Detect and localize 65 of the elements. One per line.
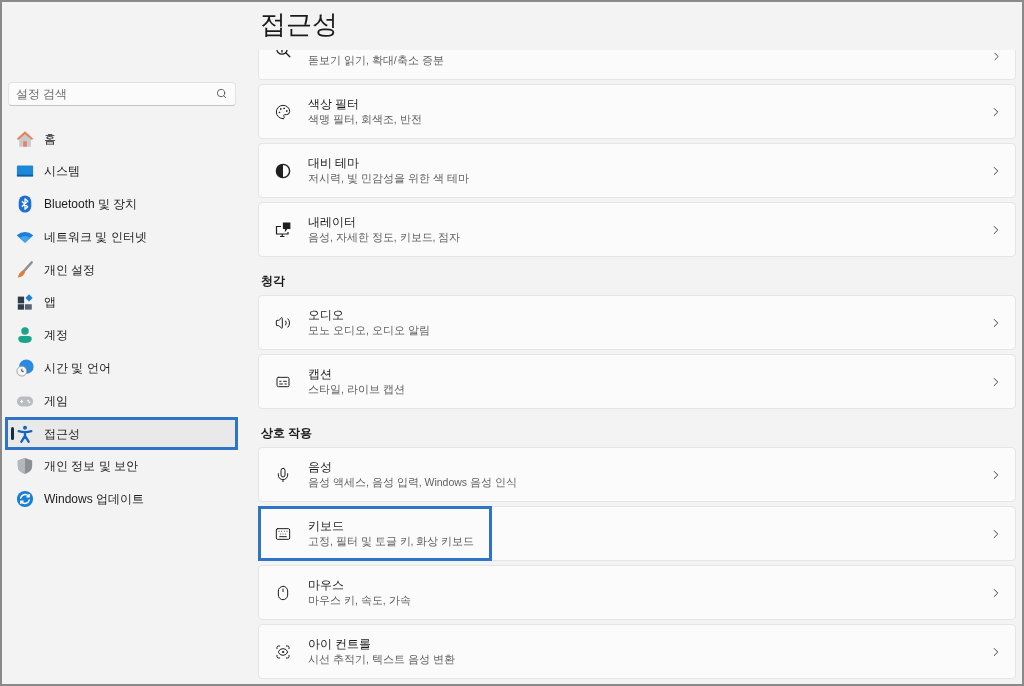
search-field[interactable]: 설정 검색	[8, 82, 236, 106]
card-description: 스타일, 라이브 캡션	[308, 382, 405, 396]
apps-icon	[16, 293, 34, 312]
accessibility-icon	[16, 424, 34, 443]
palette-icon	[275, 103, 291, 120]
search-icon	[216, 87, 227, 99]
card-description: 돋보기 읽기, 확대/축소 증분	[308, 53, 444, 67]
settings-card[interactable]: 마우스 마우스 키, 속도, 가속	[258, 565, 1016, 620]
card-description: 음성, 자세한 정도, 키보드, 점자	[308, 230, 461, 244]
nav-item[interactable]: 홈	[8, 124, 236, 153]
nav-item[interactable]: 게임	[8, 386, 236, 416]
section-heading: 상호 작용	[260, 425, 314, 442]
settings-card[interactable]: 캡션 스타일, 라이브 캡션	[258, 354, 1016, 409]
magnifier-icon	[275, 50, 291, 58]
globe-clock-icon	[16, 359, 34, 378]
card-title: 캡션	[308, 367, 333, 382]
paintbrush-icon	[16, 260, 34, 279]
settings-card[interactable]: 돋보기 읽기, 확대/축소 증분	[258, 50, 1016, 80]
page-title: 접근성	[260, 8, 338, 40]
speaker-icon	[275, 314, 291, 331]
eye-scan-icon	[275, 643, 291, 660]
person-icon	[16, 326, 34, 345]
card-description: 모노 오디오, 오디오 알림	[308, 323, 430, 337]
card-title: 색상 필터	[308, 97, 361, 112]
card-description: 고정, 필터 및 토글 키, 화상 키보드	[308, 534, 475, 548]
nav-item[interactable]: 계정	[8, 320, 236, 350]
contrast-icon	[275, 162, 291, 179]
card-title: 내레이터	[308, 215, 357, 230]
card-title: 아이 컨트롤	[308, 637, 373, 652]
bluetooth-icon	[16, 195, 34, 214]
card-description: 음성 액세스, 음성 입력, Windows 음성 인식	[308, 475, 517, 489]
keyboard-icon	[275, 525, 291, 542]
card-description: 시선 추적기, 텍스트 음성 변환	[308, 652, 455, 666]
settings-card[interactable]: 오디오 모노 오디오, 오디오 알림	[258, 295, 1016, 350]
shield-icon	[16, 457, 34, 476]
nav-item[interactable]: 개인 설정	[8, 255, 236, 285]
card-description: 저시력, 빛 민감성을 위한 색 테마	[308, 171, 469, 185]
monitor-speech-icon	[275, 221, 291, 238]
card-title: 대비 테마	[308, 156, 361, 171]
nav-item[interactable]: Bluetooth 및 장치	[8, 189, 236, 219]
update-icon	[16, 490, 34, 509]
card-title: 음성	[308, 460, 333, 475]
nav-item[interactable]: 앱	[8, 288, 236, 317]
home-icon	[16, 129, 34, 148]
nav-item[interactable]: 접근성	[8, 419, 236, 449]
card-description: 색맹 필터, 회색조, 반전	[308, 112, 422, 126]
card-description: 마우스 키, 속도, 가속	[308, 593, 411, 607]
card-title: 마우스	[308, 578, 345, 593]
microphone-icon	[275, 466, 291, 483]
nav-item[interactable]: 시간 및 언어	[8, 353, 236, 383]
settings-card[interactable]: 색상 필터 색맹 필터, 회색조, 반전	[258, 84, 1016, 139]
settings-card[interactable]: 아이 컨트롤 시선 추적기, 텍스트 음성 변환	[258, 624, 1016, 679]
nav-item[interactable]: 시스템	[8, 156, 236, 186]
nav-item[interactable]: Windows 업데이트	[8, 484, 236, 514]
card-title: 오디오	[308, 308, 345, 323]
settings-card[interactable]: 음성 음성 액세스, 음성 입력, Windows 음성 인식	[258, 447, 1016, 502]
nav-item[interactable]: 개인 정보 및 보안	[8, 451, 236, 481]
card-title: 키보드	[308, 519, 345, 534]
settings-card[interactable]: 내레이터 음성, 자세한 정도, 키보드, 점자	[258, 202, 1016, 257]
settings-card[interactable]: 대비 테마 저시력, 빛 민감성을 위한 색 테마	[258, 143, 1016, 198]
mouse-icon	[275, 584, 291, 601]
selection-indicator	[11, 427, 14, 441]
settings-card[interactable]: 키보드 고정, 필터 및 토글 키, 화상 키보드	[258, 506, 1016, 561]
section-heading: 청각	[260, 273, 286, 290]
nav-item[interactable]: 네트워크 및 인터넷	[8, 222, 236, 252]
